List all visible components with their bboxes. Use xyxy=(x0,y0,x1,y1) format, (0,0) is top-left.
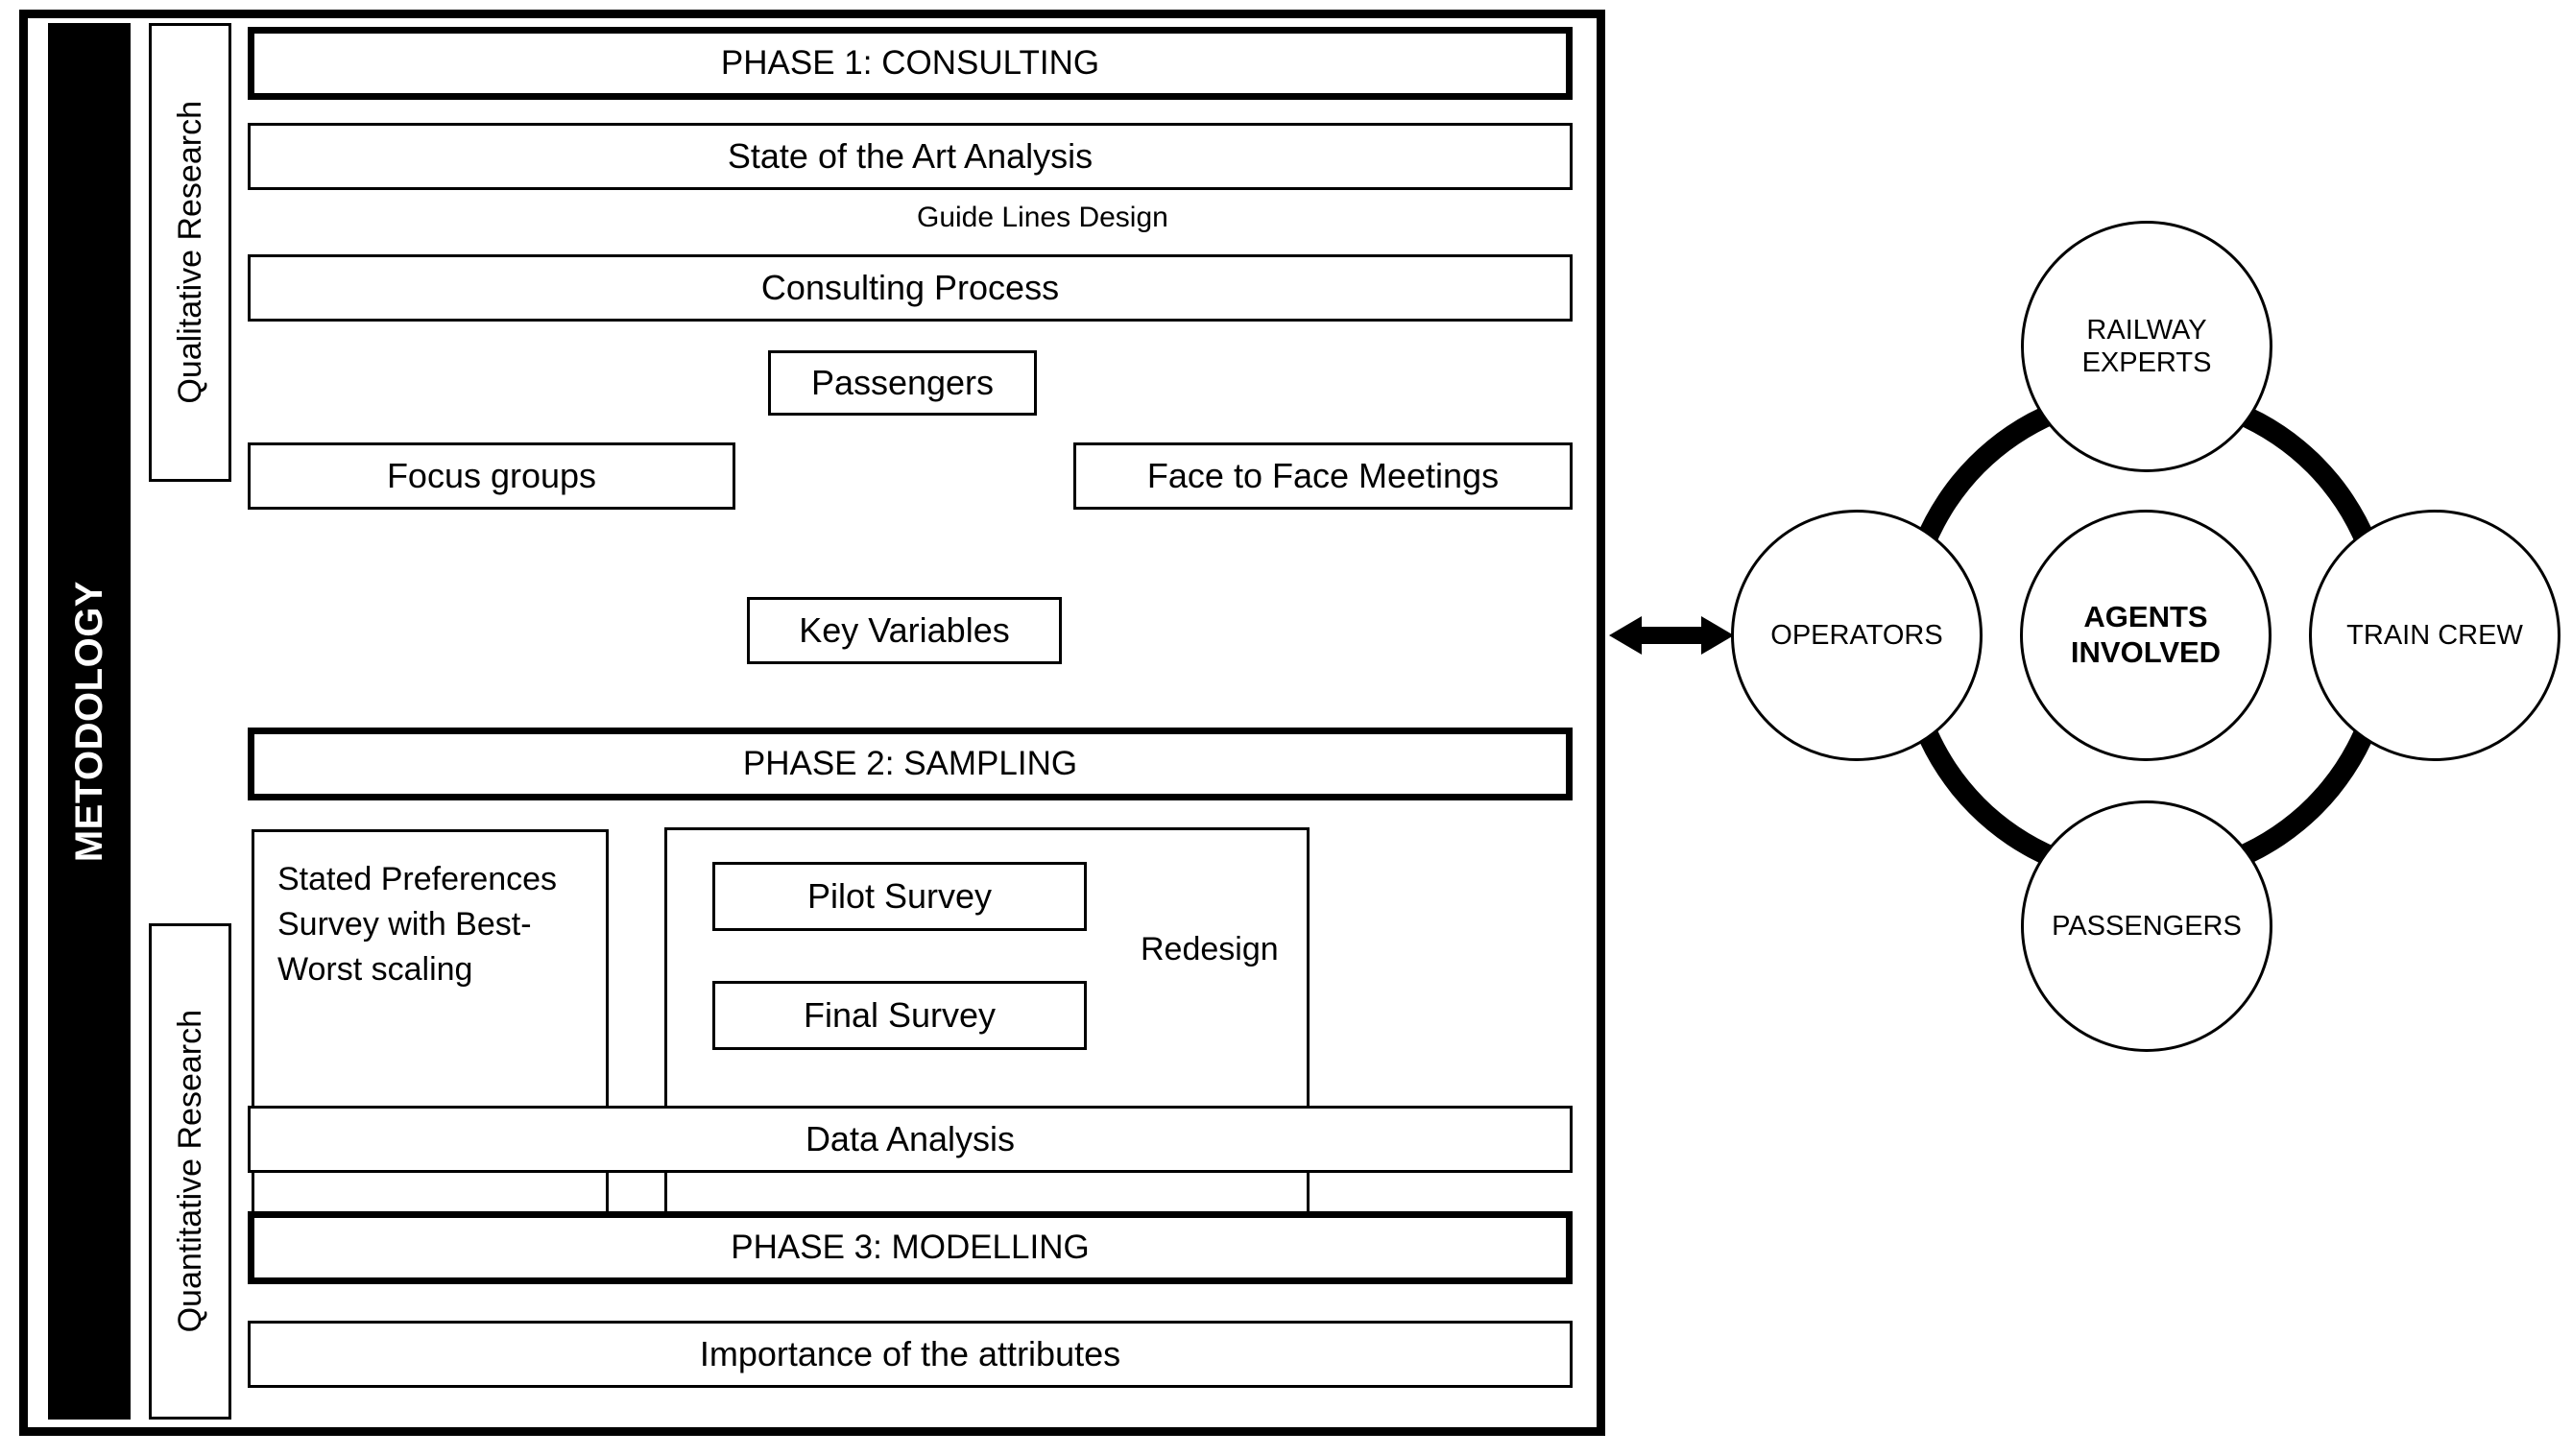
focus-groups-label: Focus groups xyxy=(386,456,597,495)
agent-node-center: AGENTS INVOLVED xyxy=(2020,510,2272,761)
redesign-label: Redesign xyxy=(1141,931,1279,967)
methodology-title-label: METODOLOGY xyxy=(67,580,110,863)
guide-lines-design-label: Guide Lines Design xyxy=(917,202,1168,233)
phase-2-sampling-box: PHASE 2: SAMPLING xyxy=(248,728,1573,800)
consulting-process-label: Consulting Process xyxy=(760,268,1060,307)
diagram-canvas: METODOLOGY Qualitative Research Quantita… xyxy=(0,0,2572,1456)
phase-1-label: PHASE 1: CONSULTING xyxy=(720,44,1100,82)
data-analysis-box: Data Analysis xyxy=(248,1106,1573,1173)
phase-1-consulting-box: PHASE 1: CONSULTING xyxy=(248,27,1573,100)
importance-of-attributes-box: Importance of the attributes xyxy=(248,1321,1573,1388)
key-variables-label: Key Variables xyxy=(799,610,1010,650)
focus-groups-box: Focus groups xyxy=(248,442,735,510)
phase-3-label: PHASE 3: MODELLING xyxy=(731,1229,1090,1266)
agents-involved-line2: INVOLVED xyxy=(2070,635,2222,669)
stated-preferences-label: Stated Preferences Survey with Best-Wors… xyxy=(277,861,558,988)
quantitative-research-label: Quantitative Research xyxy=(171,1010,208,1333)
key-variables-box: Key Variables xyxy=(747,597,1062,664)
train-crew-label: TRAIN CREW xyxy=(2346,619,2523,651)
phase-3-modelling-box: PHASE 3: MODELLING xyxy=(248,1211,1573,1284)
final-survey-label: Final Survey xyxy=(803,995,997,1035)
quantitative-research-track: Quantitative Research xyxy=(149,923,231,1420)
phase-2-label: PHASE 2: SAMPLING xyxy=(742,745,1078,782)
agents-involved-line1: AGENTS xyxy=(2083,600,2208,634)
qualitative-research-track: Qualitative Research xyxy=(149,23,231,482)
face-to-face-meetings-label: Face to Face Meetings xyxy=(1146,456,1500,495)
passengers-agent-label: PASSENGERS xyxy=(2052,910,2242,942)
qualitative-research-label: Qualitative Research xyxy=(171,101,208,404)
methodology-title-bar: METODOLOGY xyxy=(48,23,131,1420)
operators-label: OPERATORS xyxy=(1770,619,1943,651)
agent-node-operators: OPERATORS xyxy=(1731,510,1983,761)
passengers-label: Passengers xyxy=(810,363,995,402)
passengers-box: Passengers xyxy=(768,350,1037,416)
railway-experts-line2: EXPERTS xyxy=(2081,347,2212,378)
state-of-the-art-label: State of the Art Analysis xyxy=(727,136,1094,176)
importance-of-attributes-label: Importance of the attributes xyxy=(699,1334,1121,1373)
face-to-face-meetings-box: Face to Face Meetings xyxy=(1073,442,1573,510)
agents-involved-label: AGENTS INVOLVED xyxy=(2071,600,2221,670)
agent-node-train-crew: TRAIN CREW xyxy=(2309,510,2560,761)
pilot-survey-label: Pilot Survey xyxy=(806,876,993,916)
agent-node-passengers: PASSENGERS xyxy=(2021,800,2272,1052)
final-survey-box: Final Survey xyxy=(712,981,1087,1050)
data-analysis-label: Data Analysis xyxy=(805,1119,1016,1158)
pilot-survey-box: Pilot Survey xyxy=(712,862,1087,931)
railway-experts-label: RAILWAY EXPERTS xyxy=(2082,314,2212,379)
consulting-process-box: Consulting Process xyxy=(248,254,1573,322)
railway-experts-line1: RAILWAY xyxy=(2086,314,2207,346)
state-of-the-art-box: State of the Art Analysis xyxy=(248,123,1573,190)
agent-node-railway-experts: RAILWAY EXPERTS xyxy=(2021,221,2272,472)
